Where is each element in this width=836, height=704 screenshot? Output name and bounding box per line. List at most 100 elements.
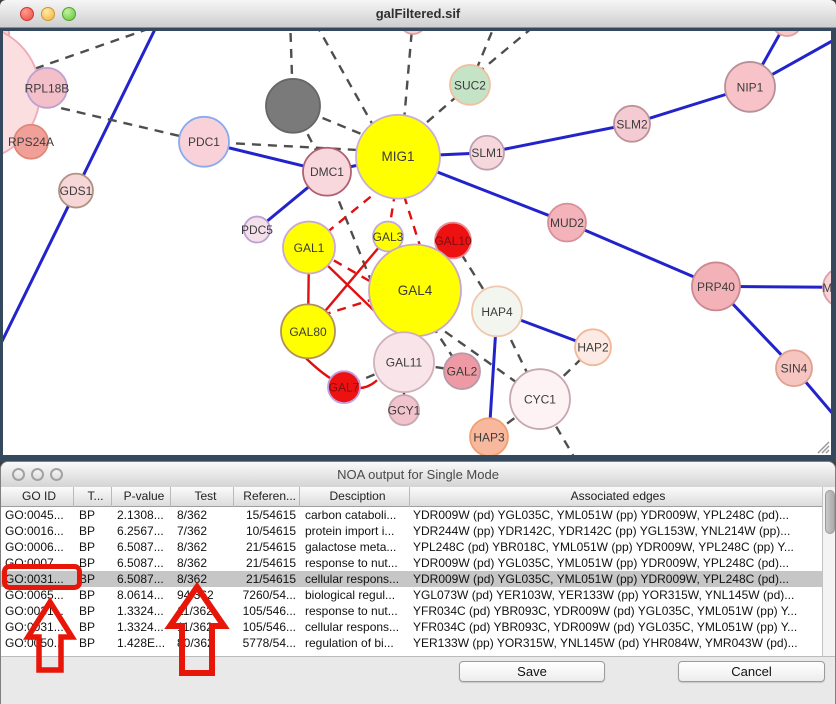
network-node-hap3[interactable] [470,418,508,455]
table-row[interactable]: GO:0065...BP8.0614...94/3627260/54...bio… [1,587,836,603]
table-cell: protein import i... [299,523,409,539]
table-cell: 8/362 [170,507,233,523]
table-cell: cellular respons... [299,571,409,587]
table-row[interactable]: GO:0045...BP2.1308...8/36215/54615carbon… [1,507,836,523]
table-cell: 21/54615 [233,539,299,555]
network-edges-layer [3,31,831,455]
table-cell: galactose meta... [299,539,409,555]
table-cell: YDR244W (pp) YDR142C, YDR142C (pp) YGL15… [409,523,822,539]
table-cell: GO:0065... [1,587,73,603]
network-node-gal2[interactable] [444,353,480,389]
network-node-msl1[interactable] [823,267,831,307]
table-cell: 15/54615 [233,507,299,523]
table-cell: 8.0614... [111,587,170,603]
table-row[interactable]: GO:0007...BP6.5087...8/36221/54615respon… [1,555,836,571]
network-node-dmc1[interactable] [303,148,351,196]
table-row[interactable]: GO:0031...BP1.3324...11/362105/546...cel… [1,619,836,635]
table-cell: YER133W (pp) YOR315W, YNL145W (pd) YHR08… [409,635,822,651]
table-cell: 11/362 [170,603,233,619]
scrollbar-thumb[interactable] [825,490,835,534]
noa-window: NOA output for Single Mode GO IDT...P-va… [0,461,836,704]
table-header-row: GO IDT...P-valueTestReferen...Desciption… [1,487,836,507]
network-window-titlebar: galFiltered.sif [0,0,836,28]
save-button[interactable]: Save [459,661,605,682]
network-node-hap4[interactable] [472,286,522,336]
table-cell: 7/362 [170,523,233,539]
network-node[interactable] [400,31,426,34]
table-cell: 8/362 [170,555,233,571]
table-row-selected[interactable]: GO:0031...BP6.5087...8/36221/54615cellul… [1,571,836,587]
column-header[interactable]: Associated edges [409,487,822,507]
network-node-suc2[interactable] [450,65,490,105]
cancel-button[interactable]: Cancel [678,661,825,682]
table-cell: BP [73,539,111,555]
table-cell: 1.3324... [111,603,170,619]
table-row[interactable]: GO:0031...BP1.3324...11/362105/546...res… [1,603,836,619]
table-cell: 10/54615 [233,523,299,539]
network-node-mud2[interactable] [548,204,586,242]
table-cell: BP [73,507,111,523]
table-cell: BP [73,555,111,571]
table-cell: YFR034C (pd) YBR093C, YDR009W (pd) YGL03… [409,619,822,635]
network-node-slm1[interactable] [470,136,504,170]
network-node-rpl18b[interactable] [27,68,67,108]
network-node[interactable] [772,31,802,36]
column-header[interactable]: Referen... [233,487,299,507]
column-header[interactable]: Desciption [299,487,409,507]
network-node-gal11[interactable] [374,332,434,392]
network-node-gal7[interactable] [328,371,360,403]
network-node-gal1[interactable] [283,222,335,274]
network-node-pdc5[interactable] [244,217,270,243]
table-cell: BP [73,603,111,619]
table-cell: response to nut... [299,603,409,619]
network-node-gcy1[interactable] [389,395,419,425]
table-cell: GO:0031... [1,619,73,635]
network-node[interactable] [266,79,320,133]
table-cell: BP [73,587,111,603]
table-row[interactable]: GO:0050...BP1.428E...80/3625778/54...reg… [1,635,836,651]
table-row[interactable]: GO:0006...BP6.5087...8/36221/54615galact… [1,539,836,555]
network-node-prp40[interactable] [692,262,740,310]
vertical-scrollbar[interactable] [822,487,836,656]
table-cell: YDR009W (pd) YGL035C, YML051W (pp) YDR00… [409,571,822,587]
network-node-slm2[interactable] [614,106,650,142]
network-node-gal80[interactable] [281,304,335,358]
table-cell: YFR034C (pd) YBR093C, YDR009W (pd) YGL03… [409,603,822,619]
network-node-gds1[interactable] [59,174,93,208]
table-cell: BP [73,523,111,539]
table-cell: 6.5087... [111,555,170,571]
network-edge [312,31,375,129]
column-header[interactable]: P-value [111,487,170,507]
table-cell: 7260/54... [233,587,299,603]
network-node-pdc1[interactable] [179,117,229,167]
table-cell: 21/54615 [233,555,299,571]
table-cell: YPL248C (pd) YBR018C, YML051W (pp) YDR00… [409,539,822,555]
table-cell: cellular respons... [299,619,409,635]
table-cell: biological regul... [299,587,409,603]
network-node-sin4[interactable] [776,350,812,386]
network-node-rps24a[interactable] [14,125,48,159]
table-cell: 105/546... [233,619,299,635]
table-cell: YGL073W (pd) YER103W, YER133W (pp) YOR31… [409,587,822,603]
network-node-cyc1[interactable] [510,369,570,429]
network-node-mig1[interactable] [356,115,440,199]
network-canvas[interactable]: RPL18BRPS24AGDS1PDC1DMC1MIG1SUC2SLM1SLM2… [0,28,836,462]
network-node-nip1[interactable] [725,62,775,112]
column-header[interactable]: GO ID [1,487,73,507]
noa-window-title: NOA output for Single Mode [1,462,835,487]
table-row[interactable]: GO:0016...BP6.2567...7/36210/54615protei… [1,523,836,539]
network-nodes-layer: RPL18BRPS24AGDS1PDC1DMC1MIG1SUC2SLM1SLM2… [3,31,831,455]
table-cell: regulation of bi... [299,635,409,651]
table-cell: 6.2567... [111,523,170,539]
table-cell: GO:0050... [1,635,73,651]
network-node-hap2[interactable] [575,329,611,365]
network-edge [487,124,632,153]
network-node-gal4[interactable] [369,244,461,336]
resize-grip-icon[interactable] [818,442,829,453]
column-header[interactable]: Test [170,487,233,507]
table-cell: GO:0016... [1,523,73,539]
column-header[interactable]: T... [73,487,111,507]
table-cell: 94/362 [170,587,233,603]
table-cell: response to nut... [299,555,409,571]
table-cell: 1.3324... [111,619,170,635]
